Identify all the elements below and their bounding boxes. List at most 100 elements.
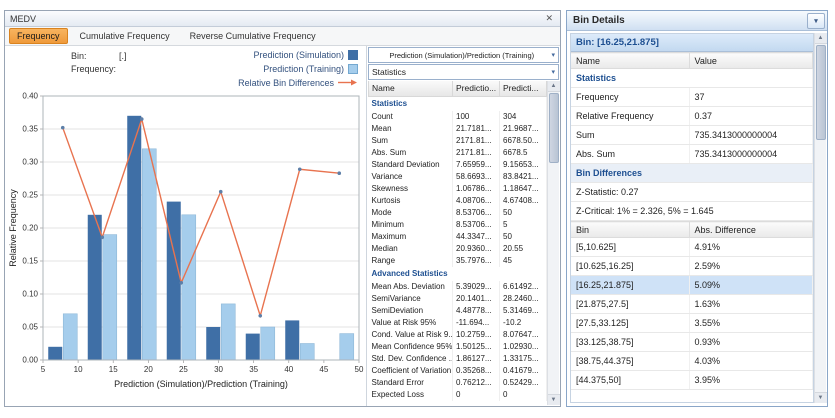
stats-row[interactable]: Mode8.53706...50 [369, 207, 547, 219]
training-swatch-icon [348, 64, 358, 74]
bin-diff-row[interactable]: [33.125,38.75]0.93% [571, 333, 813, 352]
stats-row[interactable]: Standard Error0.76212...0.52429... [369, 377, 547, 389]
bin-diff-row[interactable]: [10.625,16.25]2.59% [571, 257, 813, 276]
stat-value-cell: 50 [500, 231, 547, 243]
svg-text:10: 10 [74, 365, 83, 374]
stat-value-cell: 8.53706... [453, 207, 500, 219]
tab-frequency[interactable]: Frequency [9, 28, 68, 44]
stats-row[interactable]: SemiVariance20.1401...28.2460... [369, 293, 547, 305]
stat-name-cell: Value at Risk 95% [369, 317, 453, 329]
stats-row[interactable]: Count100304 [369, 111, 547, 123]
stats-row[interactable]: Kurtosis4.08706...4.67408... [369, 195, 547, 207]
stat-value-cell: 5.31469... [500, 305, 547, 317]
diff-value-cell: 3.55% [689, 314, 813, 333]
stats-row[interactable]: Mean Confidence 95%1.50125...1.02930... [369, 341, 547, 353]
bin-stat-name-cell: Frequency [571, 88, 689, 107]
stat-value-cell: 1.06786... [453, 183, 500, 195]
svg-text:Prediction (Simulation)/Predic: Prediction (Simulation)/Prediction (Trai… [114, 379, 288, 389]
bin-stats-header-row: Name Value [571, 53, 813, 69]
chevron-down-icon: ▾ [814, 17, 818, 25]
stats-row[interactable]: Median20.9360...20.55 [369, 243, 547, 255]
stats-row[interactable]: Mean Abs. Deviation5.39029...6.61492... [369, 281, 547, 293]
diff-bin-cell: [10.625,16.25] [571, 257, 689, 276]
scroll-down-icon[interactable]: ▼ [548, 394, 560, 405]
stats-row[interactable]: Skewness1.06786...1.18647... [369, 183, 547, 195]
stats-row[interactable]: Sum2171.81...6678.50... [369, 135, 547, 147]
hover-bin-label: Bin: [71, 50, 119, 63]
hover-frequency-label: Frequency: [71, 63, 119, 76]
bin-diff-row[interactable]: [38.75,44.375]4.03% [571, 352, 813, 371]
diff-col-abs-difference[interactable]: Abs. Difference [689, 222, 813, 238]
stat-value-cell: 4.08706... [453, 195, 500, 207]
chart-legend: Prediction (Simulation) Prediction (Trai… [238, 48, 358, 89]
stat-value-cell: 1.50125... [453, 341, 500, 353]
stats-row[interactable]: Std. Dev. Confidence ...1.86127...1.3317… [369, 353, 547, 365]
svg-text:0.30: 0.30 [22, 158, 38, 167]
bin-details-dropdown-button[interactable]: ▾ [807, 13, 825, 29]
stat-value-cell: 83.8421... [500, 171, 547, 183]
svg-text:20: 20 [144, 365, 153, 374]
close-icon[interactable]: ✕ [543, 13, 555, 24]
bin-diff-row[interactable]: [27.5,33.125]3.55% [571, 314, 813, 333]
hover-bin-value: [.] [119, 50, 127, 63]
stat-value-cell: 6.61492... [500, 281, 547, 293]
stats-row[interactable]: Coefficient of Variation0.35268...0.4167… [369, 365, 547, 377]
stat-name-cell: Median [369, 243, 453, 255]
tab-cumulative-frequency[interactable]: Cumulative Frequency [72, 28, 178, 44]
svg-text:30: 30 [214, 365, 223, 374]
stats-row[interactable]: Value at Risk 95%-11.694...-10.2 [369, 317, 547, 329]
stat-name-cell: Expected Loss [369, 389, 453, 401]
stat-name-cell: Range [369, 255, 453, 267]
bin-details-header[interactable]: Bin Details ▾ [567, 11, 827, 31]
diff-bin-cell: [27.5,33.125] [571, 314, 689, 333]
svg-text:0.40: 0.40 [22, 92, 38, 101]
legend-item-differences: Relative Bin Differences [238, 76, 358, 89]
svg-text:5: 5 [41, 365, 46, 374]
stat-name-cell: Std. Dev. Confidence ... [369, 353, 453, 365]
stats-row[interactable]: Variance58.6693...83.8421... [369, 171, 547, 183]
scroll-up-icon[interactable]: ▲ [548, 81, 560, 92]
stats-col-prediction-simulation[interactable]: Predictio... [453, 81, 500, 96]
stat-name-cell: Mode [369, 207, 453, 219]
bin-col-value[interactable]: Value [689, 53, 813, 69]
stats-row[interactable]: Maximum44.3347...50 [369, 231, 547, 243]
stats-section-row: Advanced Statistics [369, 267, 547, 281]
bin-details-scrollbar[interactable]: ▲ ▼ [814, 33, 826, 403]
bin-details-title: Bin Details [573, 15, 625, 26]
scroll-down-icon[interactable]: ▼ [815, 392, 827, 403]
scroll-up-icon[interactable]: ▲ [815, 33, 827, 44]
stat-name-cell: Kurtosis [369, 195, 453, 207]
stats-row[interactable]: Cond. Value at Risk 9...10.2759...8.0764… [369, 329, 547, 341]
stats-col-prediction-training[interactable]: Predicti... [500, 81, 547, 96]
stats-col-name[interactable]: Name [369, 81, 453, 96]
stats-row[interactable]: Mean21.7181...21.9687... [369, 123, 547, 135]
bin-diff-row[interactable]: [44.375,50]3.95% [571, 371, 813, 390]
stat-value-cell: 1.86127... [453, 353, 500, 365]
bin-col-name[interactable]: Name [571, 53, 689, 69]
frequency-chart[interactable]: 0.000.050.100.150.200.250.300.350.405101… [7, 90, 369, 404]
stat-value-cell: 2171.81... [453, 135, 500, 147]
stats-row[interactable]: Expected Loss00 [369, 389, 547, 401]
stats-row[interactable]: SemiDeviation4.48778...5.31469... [369, 305, 547, 317]
scrollbar-thumb[interactable] [816, 45, 826, 140]
bin-stat-name-cell: Abs. Sum [571, 145, 689, 164]
svg-text:0.10: 0.10 [22, 290, 38, 299]
scrollbar-thumb[interactable] [549, 93, 559, 163]
diff-col-bin[interactable]: Bin [571, 222, 689, 238]
bin-diff-row[interactable]: [16.25,21.875]5.09% [571, 276, 813, 295]
view-selector-dropdown[interactable]: Statistics ▾ [368, 64, 559, 80]
stat-name-cell: Standard Deviation [369, 159, 453, 171]
bin-diff-row[interactable]: [21.875,27.5]1.63% [571, 295, 813, 314]
stat-value-cell: 304 [500, 111, 547, 123]
stats-row[interactable]: Abs. Sum2171.81...6678.5 [369, 147, 547, 159]
bin-diff-row[interactable]: [5,10.625]4.91% [571, 238, 813, 257]
bin-stat-value-cell: 735.3413000000004 [689, 145, 813, 164]
stats-row[interactable]: Minimum8.53706...5 [369, 219, 547, 231]
tab-reverse-cumulative-frequency[interactable]: Reverse Cumulative Frequency [182, 28, 324, 44]
stats-row[interactable]: Range35.7976...45 [369, 255, 547, 267]
stats-row[interactable]: Standard Deviation7.65959...9.15653... [369, 159, 547, 171]
diff-value-cell: 0.93% [689, 333, 813, 352]
stats-scrollbar[interactable]: ▲ ▼ [547, 81, 559, 405]
bin-differences-info-table: Bin Differences Z-Statistic: 0.27 Z-Crit… [571, 164, 813, 221]
column-selector-dropdown[interactable]: Prediction (Simulation)/Prediction (Trai… [368, 47, 559, 63]
